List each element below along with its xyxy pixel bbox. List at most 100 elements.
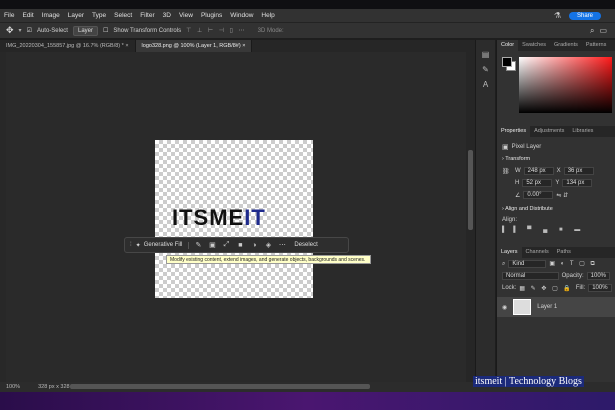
- auto-select-checkbox[interactable]: ☑: [27, 27, 32, 34]
- lock-icons[interactable]: ▦ ✎ ✥ ▢ 🔒: [519, 285, 573, 292]
- blend-mode-select[interactable]: Normal: [502, 272, 559, 280]
- size-row-2: H 52 px Y 134 px: [497, 177, 615, 189]
- menu-bar: File Edit Image Layer Type Select Filter…: [0, 9, 615, 22]
- flip-icons[interactable]: ⇋ ⇵: [556, 192, 568, 199]
- panel-dock-icons: ▤ ✎ A: [475, 40, 495, 382]
- tab-adjustments[interactable]: Adjustments: [530, 126, 568, 137]
- transform-header[interactable]: › Transform: [497, 153, 615, 165]
- zoom-level[interactable]: 100%: [6, 384, 20, 390]
- opacity-field[interactable]: 100%: [586, 272, 610, 280]
- filter-icons[interactable]: ▣ ◐ T ▢ ⧉: [549, 260, 596, 268]
- menu-view[interactable]: View: [175, 12, 197, 19]
- tab-libraries[interactable]: Libraries: [568, 126, 597, 137]
- height-field[interactable]: 52 px: [522, 179, 553, 187]
- search-icon: ⌕: [502, 260, 506, 267]
- menu-layer[interactable]: Layer: [64, 12, 88, 19]
- visibility-icon[interactable]: ◉: [502, 304, 507, 311]
- menu-filter[interactable]: Filter: [136, 12, 158, 19]
- square-icon[interactable]: ■: [235, 240, 245, 250]
- lock-row: Lock: ▦ ✎ ✥ ▢ 🔒 Fill: 100%: [497, 282, 615, 294]
- chevron-down-icon[interactable]: ▾: [19, 27, 22, 34]
- tab-logo[interactable]: logo328.png @ 100% (Layer 1, RGB/8#) ×: [135, 40, 253, 52]
- brush-settings-icon[interactable]: ✎: [476, 65, 495, 74]
- size-row: ⛓ W 248 px X 36 px: [497, 165, 615, 177]
- brush-icon[interactable]: ✎: [193, 240, 203, 250]
- move-tool-icon[interactable]: ✥: [6, 25, 14, 36]
- generative-fill-button[interactable]: ✦ Generative Fill: [136, 241, 190, 249]
- history-icon[interactable]: ▤: [476, 50, 495, 59]
- tab-properties[interactable]: Properties: [497, 126, 531, 137]
- horizontal-scrollbar[interactable]: [70, 384, 370, 389]
- color-field[interactable]: [519, 57, 612, 113]
- search-icon[interactable]: ⌕: [590, 26, 594, 36]
- tab-paths[interactable]: Paths: [553, 247, 575, 258]
- close-icon[interactable]: ×: [242, 43, 245, 49]
- tab-gradients[interactable]: Gradients: [550, 40, 582, 51]
- pixel-layer-label: Pixel Layer: [511, 144, 542, 150]
- workspace-icon[interactable]: ▭: [599, 26, 607, 35]
- generative-fill-label: Generative Fill: [143, 242, 183, 248]
- tab-label: IMG_20220304_155857.jpg @ 16.7% (RGB/8) …: [6, 43, 124, 49]
- menu-type[interactable]: Type: [88, 12, 110, 19]
- angle-field[interactable]: 0.00°: [523, 191, 554, 199]
- angle-row: ∠ 0.00° ⇋ ⇵: [497, 189, 615, 201]
- right-panels: Color Swatches Gradients Patterns Proper…: [496, 40, 615, 382]
- tab-label: logo328.png @ 100% (Layer 1, RGB/8#): [141, 43, 241, 49]
- fill-label: Fill:: [575, 285, 586, 291]
- layers-tabs: Layers Channels Paths: [497, 247, 615, 258]
- menu-3d[interactable]: 3D: [159, 12, 175, 19]
- layer-select[interactable]: Layer: [72, 25, 98, 36]
- contrast-icon[interactable]: ◑: [249, 240, 259, 250]
- options-bar: ✥ ▾ ☑ Auto-Select Layer ☐ Show Transform…: [0, 22, 615, 39]
- align-icons[interactable]: ⊤ ⊥ ⊢ ⊣ ▯ ⋯: [186, 27, 247, 34]
- menu-file[interactable]: File: [0, 12, 18, 19]
- contextual-task-bar: ⁞ ✦ Generative Fill ✎ ▣ ⤢ ■ ◑ ◈ ⋯ Desele…: [124, 237, 349, 253]
- tab-img[interactable]: IMG_20220304_155857.jpg @ 16.7% (RGB/8) …: [0, 40, 136, 52]
- y-field[interactable]: 134 px: [562, 179, 593, 187]
- menu-help[interactable]: Help: [257, 12, 278, 19]
- share-button[interactable]: Share: [568, 11, 601, 20]
- link-icon[interactable]: ⛓: [502, 168, 512, 175]
- x-field[interactable]: 36 px: [563, 167, 594, 175]
- transform-controls-checkbox[interactable]: ☐: [103, 27, 108, 34]
- image-icon: ▣: [502, 144, 509, 151]
- title-strip: [0, 0, 615, 9]
- scroll-thumb[interactable]: [468, 150, 473, 230]
- width-field[interactable]: 248 px: [523, 167, 554, 175]
- character-icon[interactable]: A: [476, 80, 495, 89]
- tab-channels[interactable]: Channels: [522, 247, 553, 258]
- layer-name[interactable]: Layer 1: [537, 304, 557, 310]
- mode-3d-label: 3D Mode:: [257, 27, 284, 34]
- kind-select[interactable]: Kind: [508, 260, 547, 268]
- mask-icon[interactable]: ▣: [207, 240, 217, 250]
- x-label: X: [556, 168, 561, 174]
- menu-window[interactable]: Window: [226, 12, 257, 19]
- tab-patterns[interactable]: Patterns: [582, 40, 610, 51]
- foreground-swatch[interactable]: [502, 57, 512, 67]
- transform-icon[interactable]: ⤢: [221, 240, 231, 250]
- deselect-button[interactable]: Deselect: [294, 242, 317, 248]
- menu-edit[interactable]: Edit: [18, 12, 37, 19]
- align-header[interactable]: › Align and Distribute: [497, 203, 615, 215]
- drag-handle-icon[interactable]: ⁞: [130, 242, 132, 248]
- tooltip: Modify existing content, extend images, …: [166, 255, 371, 264]
- menu-select[interactable]: Select: [110, 12, 136, 19]
- pixel-layer-row: ▣ Pixel Layer: [497, 141, 615, 153]
- align-icons[interactable]: ▌▐ ▀ ▄ ■ ▬: [497, 225, 615, 235]
- menu-plugins[interactable]: Plugins: [197, 12, 226, 19]
- color-panel-tabs: Color Swatches Gradients Patterns: [497, 40, 615, 51]
- fill-field[interactable]: 100%: [588, 284, 612, 292]
- tab-layers[interactable]: Layers: [497, 247, 522, 258]
- tab-color[interactable]: Color: [497, 40, 519, 51]
- auto-select-label: Auto-Select: [36, 27, 68, 34]
- close-icon[interactable]: ×: [125, 43, 128, 49]
- filter-row: ⌕ Kind ▣ ◐ T ▢ ⧉: [497, 258, 615, 270]
- menu-image[interactable]: Image: [38, 12, 64, 19]
- beaker-icon[interactable]: ⚗: [554, 11, 561, 20]
- layer-thumbnail: [513, 299, 532, 315]
- layer-row[interactable]: ◉ Layer 1: [497, 297, 615, 317]
- transform-label: Transform: [505, 156, 531, 162]
- fill-icon[interactable]: ◈: [263, 240, 273, 250]
- more-icon[interactable]: ⋯: [277, 240, 287, 250]
- tab-swatches[interactable]: Swatches: [518, 40, 550, 51]
